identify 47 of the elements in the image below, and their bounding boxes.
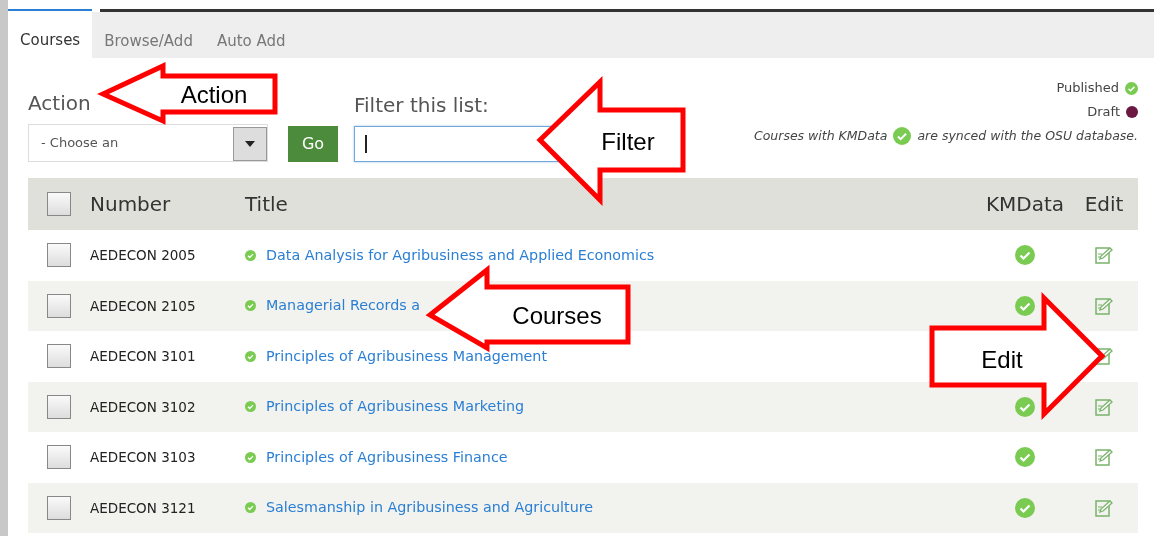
note-text: Courses with KMData (753, 126, 888, 145)
course-title-link[interactable]: Principles of Agribusiness Management (266, 345, 548, 367)
check-circle-icon (893, 127, 912, 145)
legend-label: Draft (1087, 103, 1120, 122)
course-title-link[interactable]: Data Analysis for Agribusiness and Applied Economics (266, 244, 655, 266)
course-title-link[interactable]: Salesmanship in Agribusiness and Agriculture (266, 497, 594, 519)
course-number: AEDECON 3102 (90, 398, 196, 415)
legend-label: Published (1056, 79, 1119, 98)
edit-icon[interactable] (1094, 295, 1114, 316)
column-header: Number (90, 192, 171, 216)
course-title-link[interactable]: Principles of Agribusiness Finance (266, 446, 508, 468)
course-number: AEDECON 2005 (90, 247, 196, 264)
go-button[interactable]: Go (288, 126, 338, 162)
operation-select[interactable]: - Choose an (28, 124, 268, 162)
edit-icon[interactable] (1094, 245, 1114, 266)
column-header: Edit (1084, 191, 1124, 218)
callout-label: Edit (981, 346, 1023, 373)
callout-label: Action (180, 81, 248, 108)
row-checkbox[interactable] (47, 344, 71, 369)
row-checkbox[interactable] (47, 243, 71, 268)
note-text: are synced with the OSU database. (917, 126, 1138, 145)
course-title-link[interactable]: Managerial Records a (266, 295, 421, 317)
course-title-link[interactable]: Principles of Agribusiness Marketing (266, 396, 525, 418)
edit-icon[interactable] (1094, 497, 1114, 518)
edit-icon[interactable] (1094, 447, 1114, 468)
row-checkbox[interactable] (47, 293, 71, 318)
edit-icon[interactable] (1094, 396, 1114, 417)
column-header: KMData (985, 191, 1065, 218)
check-circle-icon (1125, 81, 1138, 95)
row-checkbox[interactable] (47, 495, 71, 520)
row-checkbox[interactable] (47, 394, 71, 419)
action-label: Action (28, 90, 91, 117)
course-number: AEDECON 3101 (90, 348, 196, 365)
tab[interactable]: Browse/Add (92, 12, 205, 58)
course-number: AEDECON 2105 (90, 297, 196, 314)
select-all-checkbox[interactable] (47, 192, 71, 216)
tab[interactable]: Auto Add (204, 12, 298, 58)
column-header: Title (245, 191, 288, 218)
text-cursor (365, 135, 367, 153)
callout-label: Filter (601, 128, 655, 155)
caret-icon (245, 141, 255, 147)
filter-label: Filter this list: (354, 92, 489, 119)
course-number: AEDECON 3103 (90, 449, 196, 466)
tab[interactable]: Courses (8, 9, 93, 58)
row-checkbox[interactable] (47, 445, 71, 470)
course-number: AEDECON 3121 (90, 499, 196, 516)
callout-label: Courses (512, 302, 602, 329)
